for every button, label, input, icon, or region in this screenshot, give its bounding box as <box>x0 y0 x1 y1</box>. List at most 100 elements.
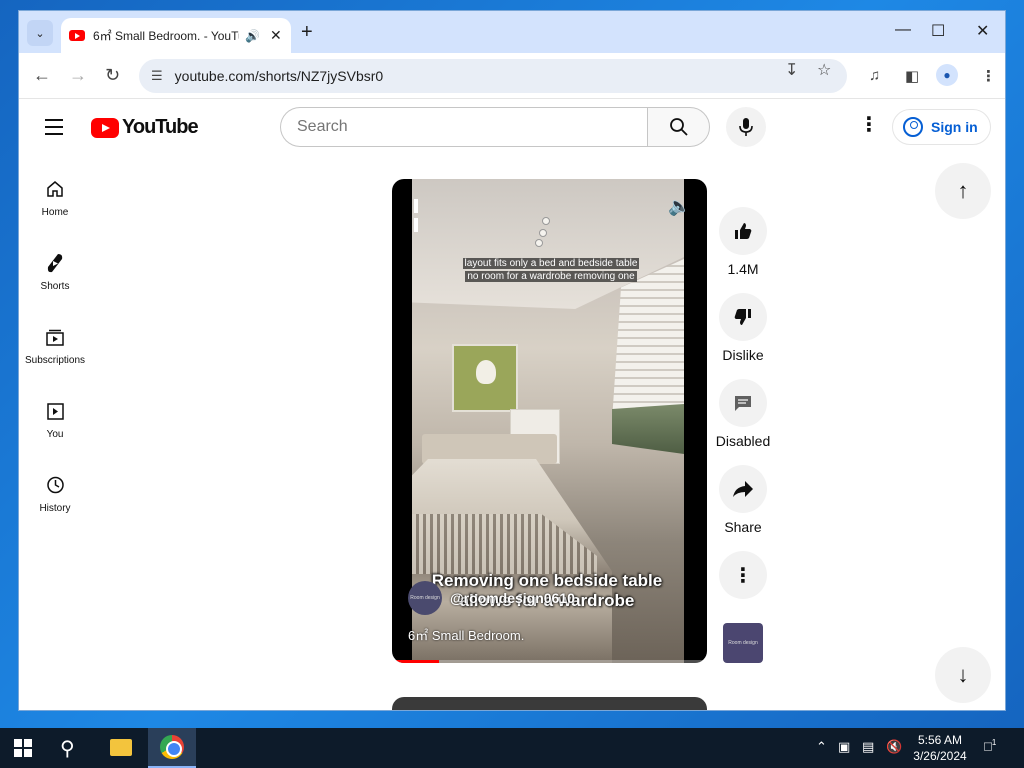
speaker-icon[interactable]: 🔊 <box>245 29 260 43</box>
tab-search-button[interactable]: ⌄ <box>27 20 53 46</box>
new-tab-button[interactable]: + <box>301 22 313 42</box>
pause-icon[interactable] <box>414 199 426 232</box>
sidebar-item-home[interactable]: Home <box>19 163 91 237</box>
sidebar-item-subscriptions[interactable]: Subscriptions <box>19 311 91 385</box>
account-icon <box>903 117 923 137</box>
thumbs-down-icon <box>734 309 751 325</box>
media-controls-icon[interactable]: ♫ <box>869 67 880 84</box>
subscriptions-icon <box>43 325 67 349</box>
channel-avatar[interactable]: Room design <box>408 581 442 615</box>
search-icon <box>669 118 688 136</box>
dislike-label: Dislike <box>722 347 764 363</box>
youtube-wordmark: YouTube <box>122 116 199 138</box>
search-button[interactable] <box>647 107 710 147</box>
more-actions-button[interactable]: ⋮ <box>719 551 767 599</box>
comment-icon <box>735 396 751 411</box>
taskbar-search-icon[interactable]: ⚲ <box>60 736 75 761</box>
youtube-favicon-icon <box>69 30 85 41</box>
reload-icon[interactable]: ↻ <box>105 65 120 86</box>
sidebar-item-history[interactable]: History <box>19 459 91 533</box>
clock-time: 5:56 AM <box>917 733 963 747</box>
settings-more-icon[interactable]: ⋮ <box>859 115 879 135</box>
youtube-play-icon <box>91 117 119 138</box>
sound-thumbnail[interactable]: Room design <box>723 623 763 663</box>
youtube-logo[interactable]: YouTube <box>91 116 199 139</box>
browser-toolbar: ← → ↻ ☰ youtube.com/shorts/NZ7jySVbsr0 ↧… <box>19 53 1005 99</box>
volume-muted-icon[interactable]: 🔇 <box>886 739 902 755</box>
chevron-down-icon: ⌄ <box>35 27 45 40</box>
youtube-page: YouTube ⋮ Sign in <box>19 99 1005 710</box>
file-explorer-icon[interactable] <box>110 739 132 756</box>
menu-icon[interactable] <box>45 119 63 140</box>
close-window-icon[interactable]: ✕ <box>976 21 989 41</box>
sign-in-button[interactable]: Sign in <box>892 109 991 145</box>
microphone-icon <box>739 118 753 136</box>
shorts-icon <box>43 251 67 275</box>
scene-painting <box>452 344 518 412</box>
next-short-button[interactable]: ↓ <box>935 647 991 703</box>
youtube-header: YouTube ⋮ Sign in <box>19 99 1005 155</box>
install-app-icon[interactable]: ↧ <box>785 60 798 80</box>
notification-center-icon[interactable]: □1 <box>984 738 1006 758</box>
tab-title: 6㎡ Small Bedroom. - YouTube <box>93 29 239 43</box>
chrome-icon <box>160 735 184 759</box>
windows-start-icon[interactable] <box>14 739 32 757</box>
shorts-video-player[interactable]: layout fits only a bed and bedside table… <box>392 179 707 663</box>
comments-action: Disabled <box>709 379 777 451</box>
network-icon[interactable]: ▤ <box>862 739 874 755</box>
search-box <box>280 107 648 147</box>
side-panel-icon[interactable]: ◧ <box>905 67 919 85</box>
sidebar-item-label: History <box>39 503 71 514</box>
tray-chevron-icon[interactable]: ⌃ <box>816 739 827 755</box>
more-vert-icon: ⋮ <box>733 564 753 587</box>
address-bar[interactable]: ☰ youtube.com/shorts/NZ7jySVbsr0 <box>139 59 847 93</box>
share-icon <box>733 481 753 497</box>
like-action[interactable]: 1.4M <box>709 207 777 279</box>
arrow-up-icon: ↑ <box>957 178 969 203</box>
previous-short-button[interactable]: ↑ <box>935 163 991 219</box>
active-tab[interactable]: 6㎡ Small Bedroom. - YouTube 🔊 ✕ <box>61 18 291 53</box>
action-rail: 1.4M Dislike Disabled Share ⋮ <box>709 207 777 613</box>
comments-button <box>719 379 767 427</box>
sidebar-item-shorts[interactable]: Shorts <box>19 237 91 311</box>
mini-guide: Home Shorts Subscriptions You History <box>19 163 91 533</box>
tab-strip: ⌄ 6㎡ Small Bedroom. - YouTube 🔊 ✕ + — ☐ … <box>19 11 1005 53</box>
video-title[interactable]: 6㎡ Small Bedroom. <box>408 625 524 644</box>
voice-search-button[interactable] <box>726 107 766 147</box>
video-progress-bar[interactable] <box>392 660 707 663</box>
volume-icon[interactable]: 🔈 <box>668 196 690 217</box>
forward-icon[interactable]: → <box>69 65 87 86</box>
back-icon[interactable]: ← <box>33 65 51 86</box>
sidebar-item-label: Home <box>41 207 69 218</box>
video-subtitle: layout fits only a bed and bedside table… <box>458 257 644 283</box>
you-icon <box>43 399 67 423</box>
profile-icon[interactable]: ● <box>936 64 958 86</box>
channel-name[interactable]: @roomdesign0610 <box>450 590 575 606</box>
close-tab-icon[interactable]: ✕ <box>270 27 282 44</box>
sidebar-item-you[interactable]: You <box>19 385 91 459</box>
sidebar-item-label: You <box>46 429 64 440</box>
url-text[interactable]: youtube.com/shorts/NZ7jySVbsr0 <box>175 68 384 84</box>
more-actions[interactable]: ⋮ <box>709 551 777 599</box>
system-clock[interactable]: 5:56 AM 3/26/2024 <box>902 732 978 764</box>
share-label: Share <box>724 519 762 535</box>
share-button[interactable] <box>719 465 767 513</box>
tray-app-icon[interactable]: ▣ <box>838 739 850 755</box>
next-short-preview[interactable] <box>392 697 707 710</box>
chrome-menu-icon[interactable]: ⋮ <box>981 67 996 85</box>
site-info-icon[interactable]: ☰ <box>151 68 163 84</box>
home-icon <box>43 177 67 201</box>
like-button[interactable] <box>719 207 767 255</box>
history-icon <box>43 473 67 497</box>
dislike-action[interactable]: Dislike <box>709 293 777 365</box>
minimize-icon[interactable]: — <box>895 21 911 39</box>
bookmark-star-icon[interactable]: ☆ <box>817 60 831 80</box>
search-input[interactable] <box>297 118 627 136</box>
arrow-down-icon: ↓ <box>957 662 969 687</box>
notification-count: 1 <box>991 738 997 747</box>
share-action[interactable]: Share <box>709 465 777 537</box>
taskbar: ⚲ ⌃ ▣ ▤ 🔇 5:56 AM 3/26/2024 □1 <box>0 728 1024 768</box>
dislike-button[interactable] <box>719 293 767 341</box>
taskbar-chrome-button[interactable] <box>148 728 196 768</box>
maximize-icon[interactable]: ☐ <box>931 21 945 41</box>
